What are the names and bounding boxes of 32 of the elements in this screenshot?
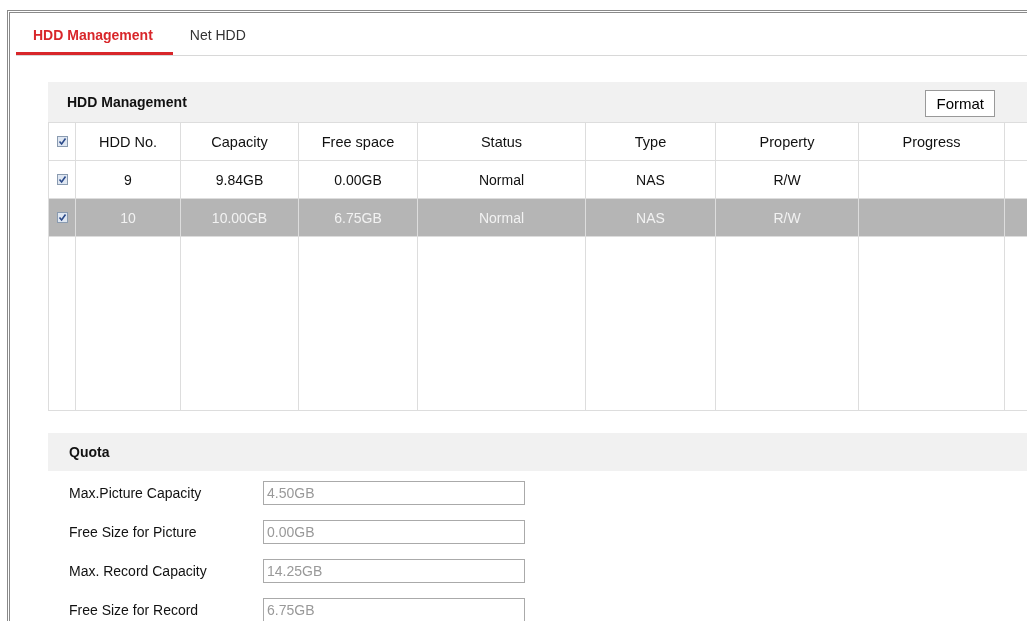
table-cell: R/W (773, 209, 801, 226)
column-header: Progress (902, 133, 961, 150)
checkbox[interactable] (56, 174, 68, 185)
tab[interactable]: Net HDD (172, 21, 263, 55)
table-cell: R/W (773, 171, 801, 188)
column-header: HDD No. (99, 133, 157, 150)
table-cell: Normal (478, 209, 525, 226)
table-cell: NAS (636, 209, 665, 226)
format-button[interactable]: Format (925, 90, 995, 117)
column-header: Free space (321, 133, 395, 150)
table-cell: 9 (124, 171, 132, 188)
table-cell: 10.00GB (211, 209, 268, 226)
table-cell: 6.75GB (334, 209, 382, 226)
field-label: Max.Picture Capacity (69, 484, 203, 501)
column-header: Property (759, 133, 815, 150)
field-label: Max. Record Capacity (69, 562, 208, 579)
panel-title: HDD Management (67, 94, 187, 110)
tab[interactable]: HDD Management (16, 21, 173, 55)
column-header: Capacity (211, 133, 268, 150)
table-cell: 0.00GB (334, 171, 382, 188)
section-title: Quota (69, 444, 110, 460)
checkbox[interactable] (56, 136, 68, 147)
table-cell: Normal (478, 171, 525, 188)
table-cell: 10 (120, 209, 136, 226)
field-label: Free Size for Picture (69, 523, 198, 540)
field-label: Free Size for Record (69, 601, 200, 618)
column-header: Type (634, 133, 667, 150)
checkbox[interactable] (56, 212, 68, 223)
table-cell: 9.84GB (215, 171, 264, 188)
column-header: Status (480, 133, 523, 150)
table-cell: NAS (636, 171, 665, 188)
table-row[interactable]: 10 10.00GB 6.75GB Normal NAS R/W (49, 199, 1027, 237)
